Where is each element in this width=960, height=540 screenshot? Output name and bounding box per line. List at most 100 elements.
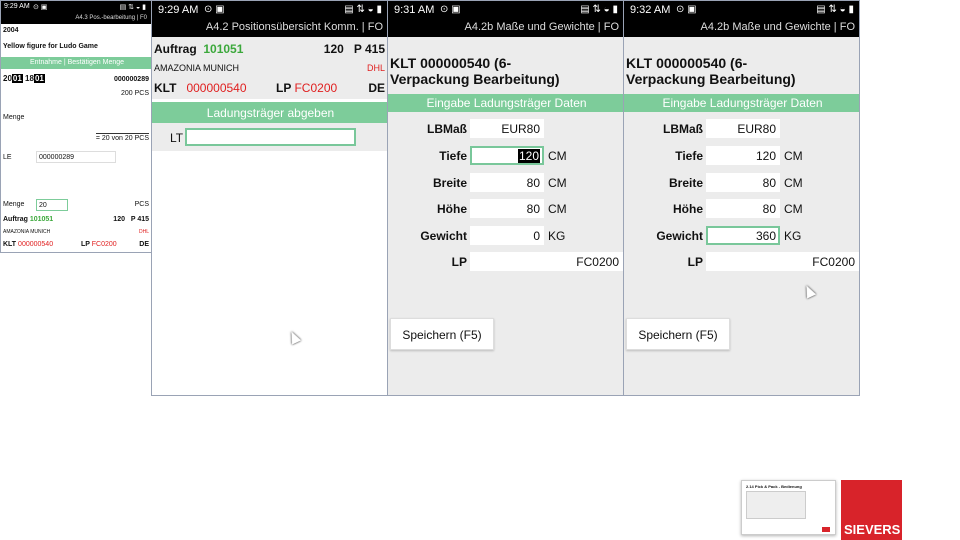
notification-icons: ⊙ ▣	[440, 4, 461, 15]
gewicht-input[interactable]: 360	[706, 226, 780, 245]
mouse-cursor-icon	[286, 329, 302, 345]
lbmass-field[interactable]: EUR80	[470, 119, 544, 138]
tiefe-row: Tiefe 120 CM	[388, 146, 623, 166]
lbmass-row: LBMaß EUR80	[388, 119, 623, 139]
lp-field[interactable]: FC0200	[470, 252, 623, 271]
gewicht-row: Gewicht 0 KG	[388, 226, 623, 246]
gewicht-label: Gewicht	[420, 229, 467, 243]
menge-label: Menge	[3, 114, 25, 121]
qty-pos: 120 P 415	[113, 216, 149, 223]
le-label: LE	[3, 154, 12, 161]
status-bar: 9:29 AM ⊙ ▣ ▤ ⇅ ◒ ▮	[152, 1, 387, 19]
lbmass-label: LBMaß	[427, 122, 467, 136]
klt-row: KLT 000000540	[154, 81, 247, 95]
gewicht-row: Gewicht 360 KG	[624, 226, 859, 246]
screen-dimensions-weights: 9:31 AM ⊙ ▣ ▤ ⇅ ◒ ▮ A4.2b Maße und Gewic…	[387, 0, 624, 396]
qty-pos: 120 P 415	[323, 42, 385, 56]
breite-row: Breite 80 CM	[624, 173, 859, 193]
signal-battery-icons: ▤ ⇅ ◒ ▮	[580, 4, 618, 15]
screen-dimensions-weights-filled: 9:32 AM ⊙ ▣ ▤ ⇅ ◒ ▮ A4.2b Maße und Gewic…	[623, 0, 860, 396]
article-name: Yellow figure for Ludo Game	[3, 43, 98, 50]
save-button[interactable]: Speichern (F5)	[626, 318, 730, 350]
lbmass-field[interactable]: EUR80	[706, 119, 780, 138]
lp-row: LP FC0200	[276, 81, 338, 95]
hoehe-unit: CM	[548, 202, 567, 216]
tiefe-unit: CM	[784, 149, 803, 163]
breite-input[interactable]: 80	[470, 173, 544, 192]
hoehe-input[interactable]: 80	[706, 199, 780, 218]
auftrag-row: Auftrag 101051	[154, 42, 244, 56]
klt-row: KLT 000000540	[3, 241, 54, 248]
carrier: DHL	[366, 63, 385, 73]
lbmass-label: LBMaß	[663, 122, 703, 136]
signal-battery-icons: ▤ ⇅ ◒ ▮	[816, 4, 854, 15]
section-bar: Eingabe Ladungsträger Daten	[388, 94, 623, 112]
customer: AMAZONIA MUNICH	[154, 63, 240, 73]
status-bar: 9:32 AM ⊙ ▣ ▤ ⇅ ◒ ▮	[624, 1, 859, 19]
pcs-value: 200 PCS	[120, 90, 149, 97]
year: 2004	[3, 27, 19, 34]
lbmass-row: LBMaß EUR80	[624, 119, 859, 139]
lp-row: LP FC0200	[81, 241, 117, 248]
lp-field[interactable]: FC0200	[706, 252, 859, 271]
screen-position-overview: 9:29 AM ⊙ ▣ ▤ ⇅ ◒ ▮ A4.2 Positionsübersi…	[151, 0, 388, 396]
date-code: 2001 1801	[3, 74, 45, 83]
lt-input[interactable]	[185, 128, 356, 146]
section-bar: Entnahme | Bestätigen Menge	[1, 57, 151, 69]
screen-position-edit: 9:29 AM ⊙ ▣ ▤ ⇅ ◒ ▮ A4.3 Pos.-bearbeitun…	[0, 0, 152, 253]
tiefe-label: Tiefe	[675, 149, 703, 163]
country: DE	[139, 241, 149, 248]
hoehe-unit: CM	[784, 202, 803, 216]
tiefe-unit: CM	[548, 149, 567, 163]
breite-label: Breite	[668, 176, 703, 190]
breite-input[interactable]: 80	[706, 173, 780, 192]
breite-unit: CM	[548, 176, 567, 190]
gewicht-label: Gewicht	[656, 229, 703, 243]
mouse-cursor-icon	[801, 283, 817, 299]
section-bar: Eingabe Ladungsträger Daten	[624, 94, 859, 112]
title-bar: A4.2b Maße und Gewichte | FO	[624, 19, 859, 37]
slide-thumbnail: 2.14 Pick & Pack - Bedienung	[741, 480, 836, 535]
carrier: DHL	[138, 229, 149, 235]
country: DE	[368, 81, 385, 95]
signal-battery-icons: ▤ ⇅ ◒ ▮	[119, 4, 146, 11]
customer: AMAZONIA MUNICH	[3, 229, 51, 235]
title-bar: A4.3 Pos.-bearbeitung | F0	[1, 13, 151, 24]
le-field[interactable]: 000000289	[36, 151, 116, 163]
title-bar: A4.2b Maße und Gewichte | FO	[388, 19, 623, 37]
gewicht-unit: KG	[784, 229, 802, 243]
hoehe-row: Höhe 80 CM	[388, 199, 623, 219]
clock: 9:32 AM	[630, 4, 671, 16]
status-bar: 9:29 AM ⊙ ▣ ▤ ⇅ ◒ ▮	[1, 1, 151, 13]
hoehe-label: Höhe	[437, 202, 467, 216]
lp-label: LP	[687, 255, 703, 269]
hoehe-label: Höhe	[673, 202, 703, 216]
menge-unit: PCS	[134, 201, 149, 208]
save-button[interactable]: Speichern (F5)	[390, 318, 494, 350]
hoehe-input[interactable]: 80	[470, 199, 544, 218]
thumb-content-icon	[746, 491, 806, 519]
gewicht-input[interactable]: 0	[470, 226, 544, 245]
menge-input[interactable]: 20	[36, 199, 68, 211]
tiefe-input[interactable]: 120	[706, 146, 780, 165]
clock: 9:31 AM	[394, 4, 435, 16]
code-value: 000000289	[113, 76, 149, 83]
section-bar: Ladungsträger abgeben	[152, 102, 387, 123]
auftrag-row: Auftrag 101051	[3, 216, 54, 223]
tiefe-input[interactable]: 120	[470, 146, 544, 165]
tiefe-label: Tiefe	[439, 149, 467, 163]
lt-label: LT	[170, 131, 184, 145]
title-bar: A4.2 Positionsübersicht Komm. | FO	[152, 19, 387, 37]
breite-label: Breite	[432, 176, 467, 190]
thumb-title: 2.14 Pick & Pack - Bedienung	[746, 484, 802, 489]
clock: 9:29 AM	[158, 4, 199, 16]
klt-title: KLT 000000540 (6-Verpackung Bearbeitung)	[626, 55, 796, 87]
klt-title: KLT 000000540 (6-Verpackung Bearbeitung)	[390, 55, 560, 87]
progress-text: = 20 von 20 PCS	[95, 133, 149, 142]
notification-icons: ⊙ ▣	[676, 4, 697, 15]
lp-label: LP	[451, 255, 467, 269]
breite-row: Breite 80 CM	[388, 173, 623, 193]
status-bar: 9:31 AM ⊙ ▣ ▤ ⇅ ◒ ▮	[388, 1, 623, 19]
gewicht-unit: KG	[548, 229, 566, 243]
breite-unit: CM	[784, 176, 803, 190]
